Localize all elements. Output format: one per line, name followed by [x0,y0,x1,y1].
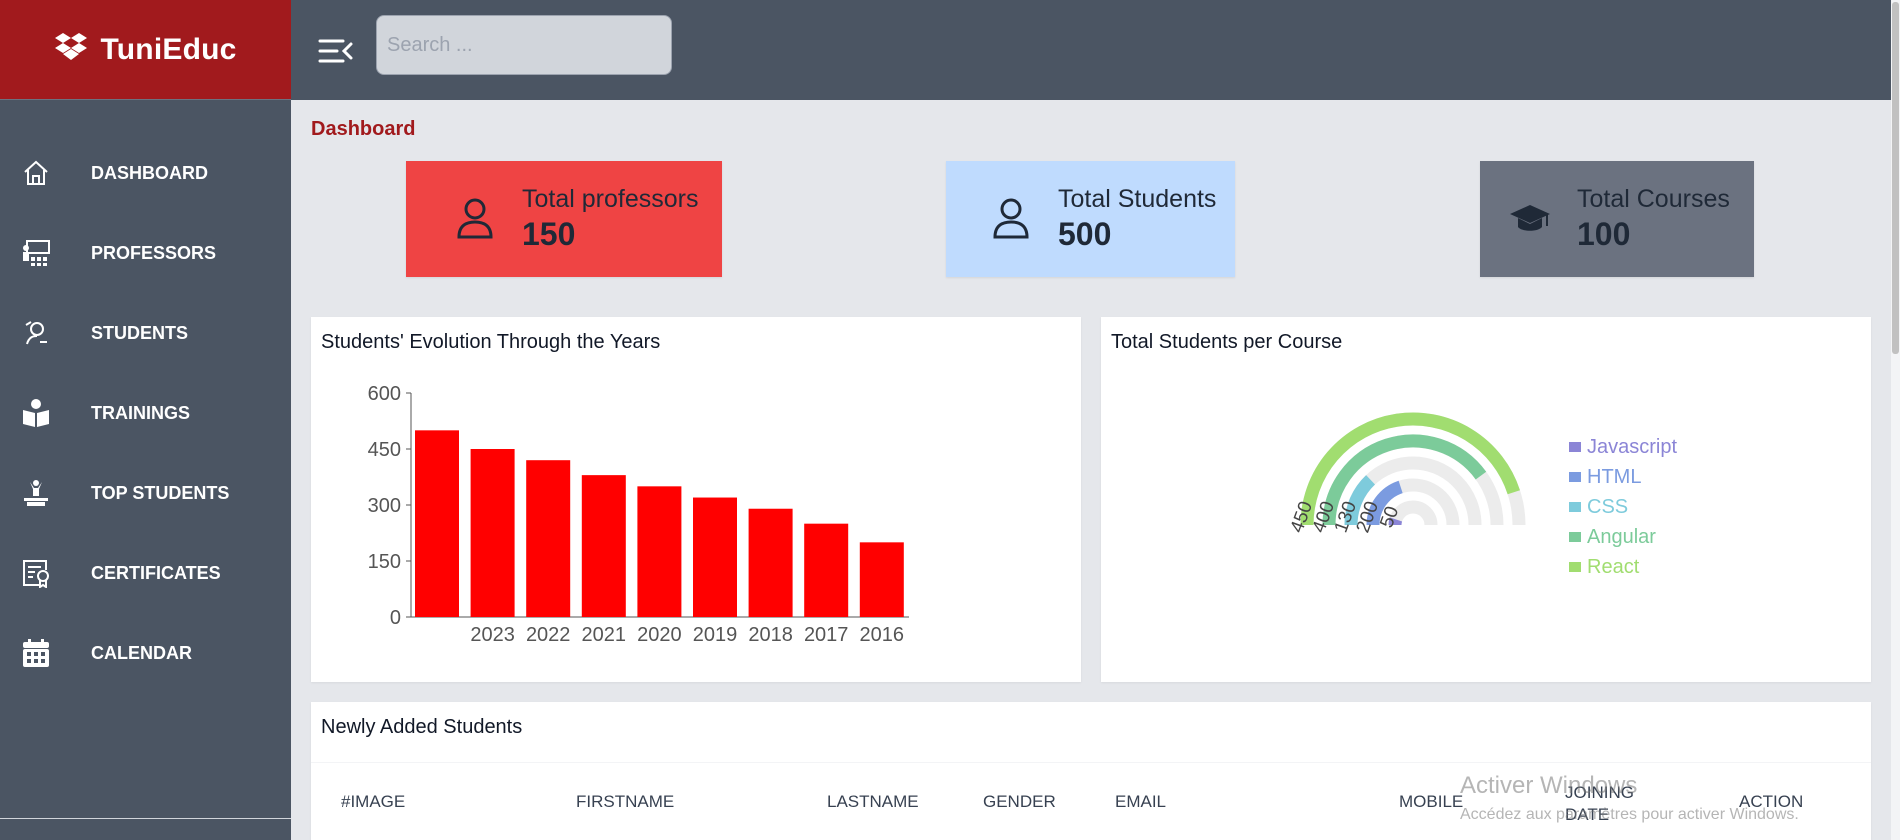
table-column-header[interactable]: #IMAGE [341,792,405,812]
x-tick-label: 2017 [804,624,849,646]
radial-chart-panel: Total Students per Course 50 200 130 400 450… [1101,317,1871,682]
legend-label: Angular [1587,526,1656,548]
stat-label: Total Courses [1577,185,1730,213]
bar [581,475,626,617]
bar [637,486,682,617]
y-tick-label: 450 [368,439,401,461]
legend-swatch [1569,472,1581,482]
bar [748,508,793,617]
brand-name: TuniEduc [100,32,237,66]
brand[interactable]: TuniEduc [0,0,291,100]
user-icon [445,189,505,249]
stat-value: 500 [1058,216,1112,252]
topbar [291,0,1891,100]
y-tick-label: 0 [390,607,401,629]
legend-swatch [1569,502,1581,512]
legend-label: React [1587,556,1640,578]
bar [470,449,515,617]
stat-card-students[interactable]: Total Students 500 [946,161,1235,277]
stat-value: 100 [1577,216,1631,252]
table-title: Newly Added Students [321,716,523,738]
table-column-header[interactable]: GENDER [983,792,1056,812]
y-tick-label: 600 [368,383,401,405]
x-tick-label: 2018 [748,624,793,646]
graduation-cap-icon [1500,189,1560,249]
legend-label: CSS [1587,496,1628,518]
user-icon [981,189,1041,249]
legend-swatch [1569,442,1581,452]
watermark-title: Activer Windows [1460,772,1638,799]
sidebar: TuniEduc DASHBOARD PROFESSORS STUDENTS T… [0,0,291,840]
sidebar-nav: DASHBOARD PROFESSORS STUDENTS TRAININGS … [0,133,291,693]
page-scrollbar[interactable] [1891,0,1900,840]
classroom-icon [21,238,51,268]
home-icon [21,158,51,188]
bar [526,460,571,617]
legend-swatch [1569,532,1581,542]
bar [415,430,459,617]
sidebar-item-professors[interactable]: PROFESSORS [0,213,291,293]
sidebar-item-students[interactable]: STUDENTS [0,293,291,373]
windows-activation-watermark: Activer Windows Accédez aux paramètres p… [1460,772,1799,824]
y-tick-label: 300 [368,495,401,517]
bar-chart: 0 150 300 450 600 2023 2022 2021 2020 2019 2018 201… [368,383,909,646]
sidebar-item-label: DASHBOARD [91,162,208,183]
sidebar-item-calendar[interactable]: CALENDAR [0,613,291,693]
stat-card-courses[interactable]: Total Courses 100 [1480,161,1754,277]
bar [693,497,737,617]
stat-card-professors[interactable]: Total professors 150 [406,161,722,277]
page-title: Dashboard [311,118,416,140]
sidebar-item-label: TRAININGS [91,402,190,423]
table-column-header[interactable]: LASTNAME [827,792,919,812]
sidebar-item-trainings[interactable]: TRAININGS [0,373,291,453]
table-column-header[interactable]: FIRSTNAME [576,792,674,812]
table-column-header[interactable]: EMAIL [1115,792,1166,812]
legend-label: Javascript [1587,436,1677,458]
sidebar-item-label: STUDENTS [91,322,189,343]
radial-chart: 50200130400450JavascriptHTMLCSSAngularRe… [1287,412,1677,578]
sidebar-item-label: PROFESSORS [91,242,217,263]
reading-icon [21,398,51,428]
y-tick-label: 150 [368,551,401,573]
bar-chart-panel: Students' Evolution Through the Years 01… [311,317,1081,682]
bar [804,523,849,617]
sidebar-item-top-students[interactable]: TOP STUDENTS [0,453,291,533]
legend-swatch [1569,562,1581,572]
search-input[interactable] [376,15,672,75]
sidebar-item-label: TOP STUDENTS [91,482,230,503]
sidebar-item-label: CERTIFICATES [91,562,221,583]
sidebar-item-dashboard[interactable]: DASHBOARD [0,133,291,213]
x-tick-label: 2019 [693,624,738,646]
dropbox-logo-icon [54,32,88,67]
watermark-subtitle: Accédez aux paramètres pour activer Wind… [1460,806,1799,823]
stat-label: Total professors [522,185,699,213]
stat-label: Total Students [1058,185,1217,213]
certificate-icon [21,558,51,588]
scrollbar-thumb[interactable] [1892,2,1899,354]
sidebar-divider [0,818,291,819]
calendar-icon [21,638,51,668]
bar [859,542,904,617]
x-tick-label: 2023 [470,624,514,646]
x-tick-label: 2020 [637,624,682,646]
student-icon [21,318,51,348]
x-tick-label: 2021 [582,624,627,646]
stat-value: 150 [522,216,576,252]
menu-collapse-icon[interactable] [317,36,355,66]
sidebar-item-label: CALENDAR [91,642,192,663]
table-column-header[interactable]: MOBILE [1399,792,1463,812]
legend-label: HTML [1587,466,1641,488]
x-tick-label: 2022 [526,624,571,646]
sidebar-item-certificates[interactable]: CERTIFICATES [0,533,291,613]
x-tick-label: 2016 [860,624,905,646]
podium-icon [21,478,51,508]
